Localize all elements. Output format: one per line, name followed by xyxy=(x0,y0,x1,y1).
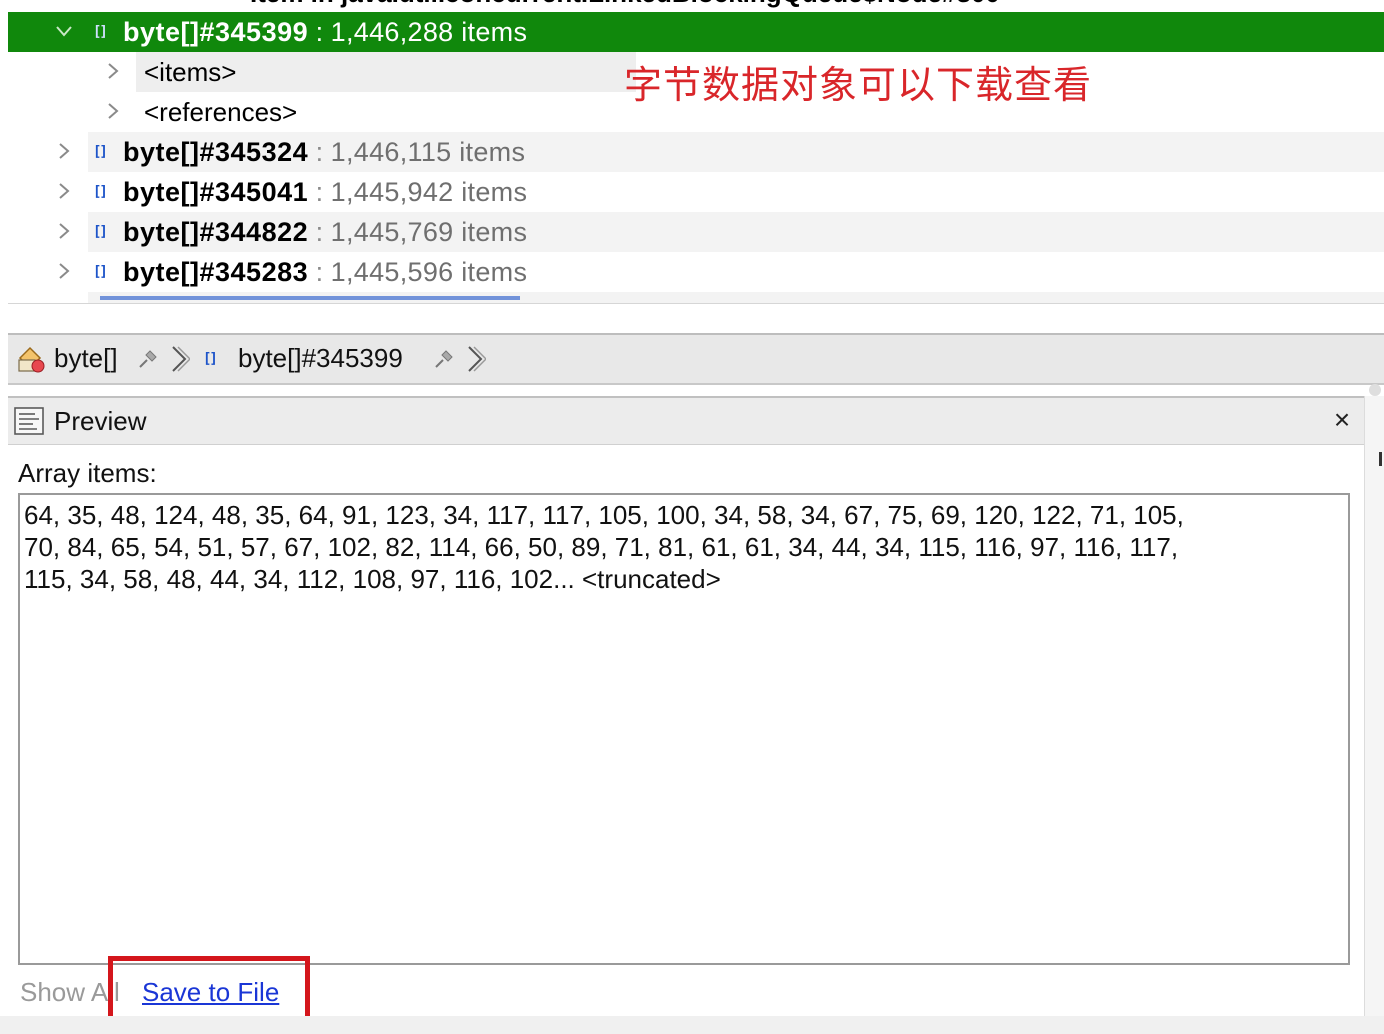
scroll-knob[interactable] xyxy=(1369,384,1381,396)
array-icon xyxy=(93,24,111,40)
instance-count: 1,445,769 items xyxy=(330,217,528,247)
array-icon xyxy=(93,264,111,280)
tree-row[interactable]: byte[]#345041 : 1,445,942 items xyxy=(8,172,1384,212)
instance-name: byte[]#345041 xyxy=(123,177,309,207)
status-strip xyxy=(0,1016,1384,1034)
close-icon[interactable]: × xyxy=(1328,404,1356,436)
instance-count: 1,446,115 items xyxy=(330,137,526,167)
breadcrumb-instance[interactable]: byte[]#345399 xyxy=(238,343,403,373)
array-icon xyxy=(93,224,111,240)
array-icon xyxy=(203,351,221,367)
chevron-right-icon[interactable] xyxy=(103,100,123,126)
splitter[interactable] xyxy=(0,304,1384,334)
chevron-down-icon[interactable] xyxy=(54,20,74,42)
array-icon xyxy=(93,184,111,200)
pin-icon[interactable] xyxy=(136,347,160,371)
chevron-right-icon[interactable] xyxy=(54,180,74,202)
array-items-label: Array items: xyxy=(18,458,157,488)
chevron-right-icon[interactable] xyxy=(54,260,74,282)
tree-row-selected[interactable]: byte[]#345399 : 1,446,288 items xyxy=(8,12,1384,52)
side-strip xyxy=(1364,384,1384,1026)
array-icon xyxy=(93,144,111,160)
tree-row[interactable]: byte[]#345283 : 1,445,596 items xyxy=(8,252,1384,292)
chevron-right-icon[interactable] xyxy=(54,140,74,162)
pin-icon[interactable] xyxy=(432,347,456,371)
tree-child-label: <references> xyxy=(144,97,298,127)
breadcrumb-class[interactable]: byte[] xyxy=(54,343,118,373)
chevron-right-icon[interactable] xyxy=(54,220,74,242)
breadcrumb: byte[] byte[]#345399 xyxy=(8,333,1384,385)
instance-name: byte[]#345283 xyxy=(123,257,309,287)
breadcrumb-arrow-icon xyxy=(170,343,192,375)
preview-header: Preview × xyxy=(8,396,1364,445)
annotation-text: 字节数据对象可以下载查看 xyxy=(624,63,1093,107)
preview-icon xyxy=(13,405,45,437)
instance-name: byte[]#345324 xyxy=(123,137,309,167)
tree-row[interactable]: byte[]#344822 : 1,445,769 items xyxy=(8,212,1384,252)
instance-name: byte[]#345399 xyxy=(123,17,309,47)
instance-name: byte[]#344822 xyxy=(123,217,309,247)
chevron-right-icon[interactable] xyxy=(103,60,123,86)
instance-count: 1,446,288 items xyxy=(330,17,528,47)
instance-count: 1,445,942 items xyxy=(330,177,528,207)
tree-row[interactable]: byte[]#345324 : 1,446,115 items xyxy=(8,132,1384,172)
array-items-textarea[interactable]: 64, 35, 48, 124, 48, 35, 64, 91, 123, 34… xyxy=(18,493,1350,965)
instance-count: 1,445,596 items xyxy=(330,257,528,287)
instances-tree[interactable]: Item in java.util.concurrent.LinkedBlock… xyxy=(0,0,1384,304)
breadcrumb-arrow-icon xyxy=(466,343,488,375)
tree-child-label: <items> xyxy=(144,57,237,87)
clipped-tree-row: Item in java.util.concurrent.LinkedBlock… xyxy=(250,0,1000,8)
class-icon xyxy=(16,344,46,374)
show-all-button[interactable]: Show All xyxy=(20,976,120,1008)
panel-title: Preview xyxy=(54,406,147,436)
